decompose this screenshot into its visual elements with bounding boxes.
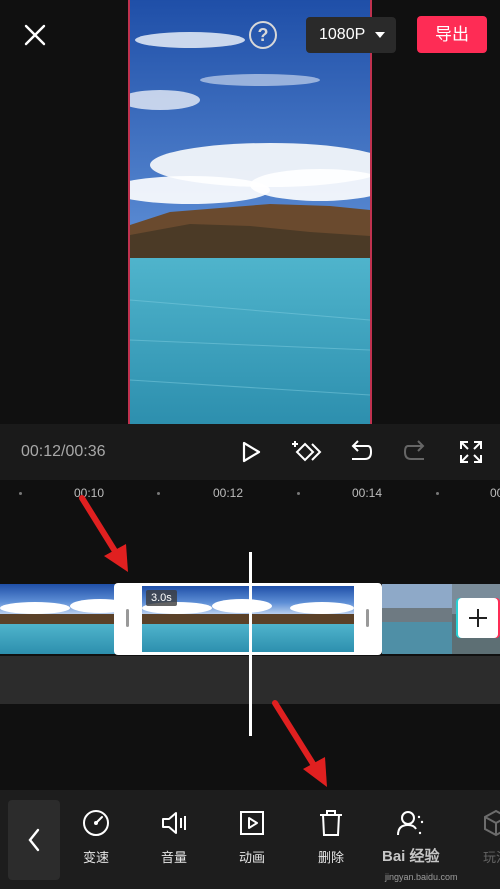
person-effect-icon <box>397 811 424 836</box>
resolution-dropdown[interactable]: 1080P <box>306 17 396 53</box>
clip-thumbnail[interactable] <box>382 584 452 654</box>
ruler-dot <box>19 492 22 495</box>
top-bar: ? 1080P 导出 <box>0 0 500 72</box>
ruler-dot <box>297 492 300 495</box>
ruler-dot <box>157 492 160 495</box>
add-keyframe-icon[interactable] <box>288 438 322 466</box>
help-button[interactable]: ? <box>249 21 277 49</box>
export-button[interactable]: 导出 <box>417 16 487 53</box>
add-clip-button[interactable] <box>458 598 498 638</box>
ruler-label: 00:14 <box>352 486 383 500</box>
chevron-left-icon <box>28 828 40 852</box>
tool-label: 动画 <box>238 850 265 865</box>
cube-icon <box>484 809 500 837</box>
tool-label: 删除 <box>317 850 344 865</box>
fullscreen-icon[interactable] <box>457 438 485 466</box>
caret-down-icon <box>375 32 385 38</box>
playback-bar: 00:12/00:36 <box>0 424 500 480</box>
left-trim-handle[interactable] <box>126 609 129 627</box>
annotation-arrow <box>79 495 128 572</box>
animation-icon <box>240 811 264 835</box>
playhead[interactable] <box>249 552 252 736</box>
tool-speed[interactable]: 变速 <box>66 808 126 868</box>
tool-volume[interactable]: 音量 <box>144 808 204 868</box>
annotation-arrow <box>272 700 327 787</box>
tool-animation[interactable]: 动画 <box>222 808 282 868</box>
ruler-label: 00:12 <box>213 486 244 500</box>
speed-icon <box>83 810 109 836</box>
close-icon <box>24 24 46 46</box>
ruler-label: 00 <box>490 486 500 500</box>
close-button[interactable] <box>20 20 50 50</box>
redo-icon[interactable] <box>402 438 430 466</box>
timecode: 00:12/00:36 <box>21 443 106 460</box>
clip-thumbnail[interactable] <box>0 584 70 654</box>
watermark-logo: Bai 经验 <box>382 848 440 865</box>
tool-delete[interactable]: 删除 <box>301 808 361 868</box>
ruler-dot <box>436 492 439 495</box>
play-icon[interactable] <box>236 438 264 466</box>
delete-icon <box>320 810 342 836</box>
watermark-url: jingyan.baidu.com <box>385 872 458 882</box>
resolution-label: 1080P <box>319 26 366 43</box>
tool-label: 变速 <box>82 850 109 865</box>
right-trim-handle[interactable] <box>366 609 369 627</box>
selected-clip[interactable]: 3.0s <box>114 583 382 655</box>
back-button[interactable] <box>8 800 60 880</box>
volume-icon <box>162 812 186 834</box>
tool-label: 音量 <box>160 850 187 865</box>
clip-duration-badge: 3.0s <box>146 590 177 606</box>
help-icon: ? <box>257 25 269 45</box>
undo-icon[interactable] <box>346 438 374 466</box>
